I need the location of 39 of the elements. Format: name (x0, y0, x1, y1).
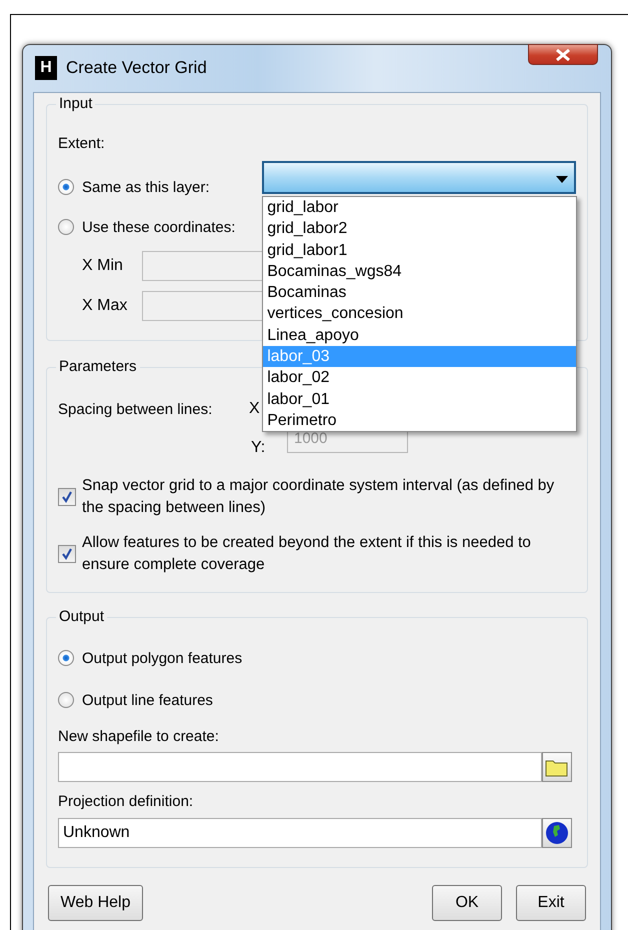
dialog-button[interactable]: OK (432, 885, 502, 921)
coord-label: X Max (82, 297, 128, 315)
browse-button[interactable] (542, 752, 572, 782)
x-label: X (249, 400, 260, 418)
dropdown-item[interactable]: grid_labor1 (263, 240, 576, 261)
dropdown-item[interactable]: labor_01 (263, 388, 576, 410)
window-title: Create Vector Grid (66, 58, 207, 78)
extent-label: Extent: (58, 134, 106, 154)
checkbox-option[interactable]: Allow features to be created beyond the extent if this is needed to ensure complete coverage (58, 532, 567, 576)
dropdown-item[interactable]: vertices_concesion (263, 303, 576, 325)
radio-option[interactable]: Same as this layer: (58, 177, 262, 197)
field-label: Projection definition: (58, 792, 194, 812)
dropdown-item[interactable]: grid_labor (263, 197, 576, 218)
caret-icon (556, 176, 568, 183)
projection-button[interactable] (542, 818, 572, 848)
radio-option[interactable]: Output polygon features (58, 648, 242, 668)
close-button[interactable] (528, 44, 598, 65)
dialog-button[interactable]: Exit (516, 885, 586, 921)
radio-option[interactable]: Output line features (58, 690, 213, 710)
app-icon: H (35, 56, 57, 80)
coord-label: X Min (82, 257, 124, 275)
checkbox-option[interactable]: Snap vector grid to a major coordinate system interval (as defined by the spacing between lines) (58, 475, 567, 519)
check-icon (61, 491, 73, 503)
field-label: New shapefile to create: (58, 727, 220, 747)
spacing-label: Spacing between lines: (58, 400, 214, 418)
check-icon (61, 548, 73, 560)
projection-field[interactable]: Unknown (58, 818, 542, 848)
radio-option[interactable]: Use these coordinates: (58, 217, 236, 237)
dropdown-item[interactable]: Bocaminas (263, 282, 576, 304)
dropdown-item[interactable]: labor_02 (263, 367, 576, 389)
close-icon (555, 48, 571, 60)
globe-icon (545, 821, 569, 845)
y-label: Y: (251, 438, 266, 458)
layer-dropdown[interactable] (262, 161, 576, 194)
dialog-button[interactable]: Web Help (48, 885, 143, 921)
dropdown-item[interactable]: grid_labor2 (263, 218, 576, 240)
dropdown-item[interactable]: Bocaminas_wgs84 (263, 260, 576, 282)
shapefile-field[interactable] (58, 752, 542, 782)
dropdown-item[interactable]: Linea_apoyo (263, 324, 576, 346)
